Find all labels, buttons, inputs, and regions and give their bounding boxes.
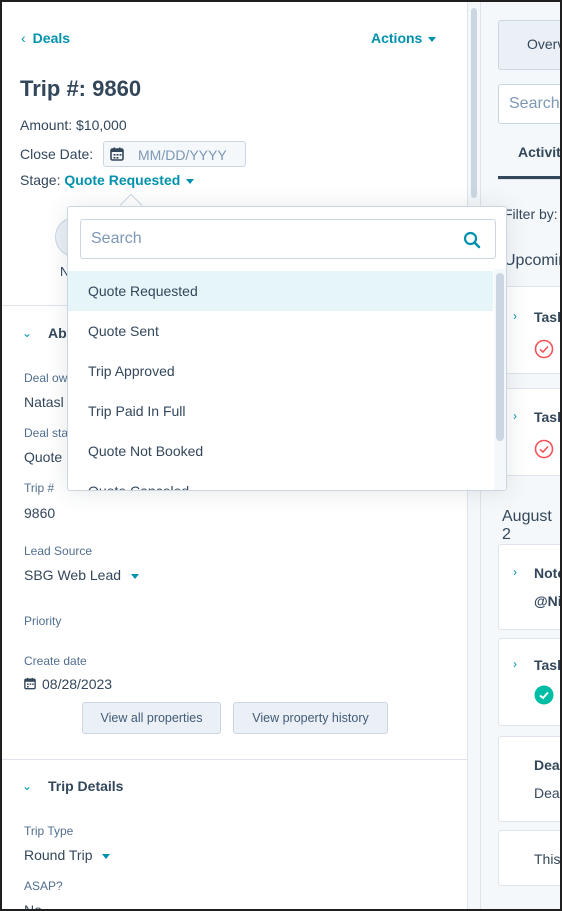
chevron-left-icon: ‹ <box>21 30 26 46</box>
task-card[interactable]: › Task <box>498 638 562 726</box>
upcoming-heading: Upcomin <box>504 252 562 269</box>
back-to-deals-link[interactable]: ‹ Deals <box>21 30 70 46</box>
view-property-history-button[interactable]: View property history <box>233 702 388 734</box>
asap-label: ASAP? <box>24 879 63 893</box>
deal-activity-text: Deal <box>534 785 562 801</box>
month-heading: August 2 <box>502 508 552 543</box>
priority-label: Priority <box>24 614 62 628</box>
chevron-right-icon[interactable]: › <box>513 565 517 579</box>
caret-down-icon <box>131 573 140 579</box>
activity-search-input[interactable]: Search <box>498 84 560 124</box>
stage-search-input[interactable] <box>91 228 451 250</box>
tab-divider <box>498 179 560 180</box>
activity-card[interactable]: This <box>498 830 561 886</box>
stage-option[interactable]: Quote Sent <box>68 311 493 351</box>
create-date-row: 08/28/2023 <box>24 676 112 692</box>
deal-activity-label: Deal <box>534 757 562 773</box>
chevron-down-icon[interactable]: ⌄ <box>22 779 32 793</box>
stage-option[interactable]: Quote Canceled <box>68 471 493 490</box>
active-tab-indicator <box>498 176 560 179</box>
actions-menu-button[interactable]: Actions <box>371 30 437 46</box>
stage-option[interactable]: Trip Approved <box>68 351 493 391</box>
stage-options-list: Quote Requested Quote Sent Trip Approved Tr… <box>68 271 493 490</box>
chevron-right-icon[interactable]: › <box>513 309 517 323</box>
actions-label: Actions <box>371 30 423 46</box>
app-window: ‹ Deals Actions Trip #: 9860 Amount: $10,… <box>0 0 562 911</box>
stage-dropdown: Quote RequestedQuote SentTrip ApprovedTr… <box>67 206 507 491</box>
about-section-title[interactable]: Ab <box>48 325 67 341</box>
calendar-icon <box>24 677 36 690</box>
stage-dropdown-toggle[interactable]: Quote Requested <box>64 172 195 188</box>
create-date-value: 08/28/2023 <box>42 676 113 692</box>
deal-owner-label: Deal ow <box>24 371 68 385</box>
task-complete-icon[interactable] <box>534 685 554 705</box>
stage-value: Quote Requested <box>64 172 181 188</box>
filter-by-label[interactable]: Filter by: <box>504 206 558 222</box>
activity-text: This <box>534 851 561 867</box>
trip-details-section-title[interactable]: Trip Details <box>48 778 123 794</box>
dropdown-scrollbar-thumb[interactable] <box>496 273 504 441</box>
asap-select[interactable]: No <box>24 902 60 911</box>
tab-overview[interactable]: Overv <box>498 20 560 70</box>
deal-activity-card[interactable]: Deal Deal <box>498 736 562 822</box>
deal-stage-label: Deal sta <box>24 426 69 440</box>
note-label: Note <box>534 565 560 581</box>
deal-owner-value[interactable]: Natasl <box>24 394 64 410</box>
trip-number-label: Trip # <box>24 481 55 495</box>
section-divider <box>2 759 467 760</box>
trip-type-select[interactable]: Round Trip <box>24 847 111 863</box>
trip-number-value[interactable]: 9860 <box>24 505 55 521</box>
task-label: Task <box>534 409 562 425</box>
task-card[interactable]: › Task <box>498 286 562 374</box>
caret-down-icon <box>428 36 437 42</box>
close-date-input[interactable]: MM/DD/YYYY <box>103 141 246 167</box>
stage-search-field[interactable] <box>80 219 496 259</box>
stage-label: Stage: <box>20 172 61 188</box>
back-label: Deals <box>32 30 71 46</box>
close-date-placeholder: MM/DD/YYYY <box>138 147 227 163</box>
stage-option[interactable]: Quote Not Booked <box>68 431 493 471</box>
scrollbar-thumb[interactable] <box>471 8 477 198</box>
note-card[interactable]: › Note @Ni <box>498 544 562 630</box>
asap-value: No <box>24 902 42 911</box>
deal-stage-value[interactable]: Quote <box>24 449 62 465</box>
chevron-right-icon[interactable]: › <box>513 657 517 671</box>
caret-down-icon <box>102 853 111 859</box>
trip-type-label: Trip Type <box>24 824 74 838</box>
record-title: Trip #: 9860 <box>20 76 142 101</box>
stage-option[interactable]: Quote Requested <box>68 271 493 311</box>
search-icon[interactable] <box>463 231 481 249</box>
task-label: Task <box>534 657 562 673</box>
view-all-properties-button[interactable]: View all properties <box>82 702 221 734</box>
stage-option[interactable]: Trip Paid In Full <box>68 391 493 431</box>
note-mention: @Ni <box>534 593 562 609</box>
close-date-label: Close Date: <box>20 146 94 162</box>
lead-source-label: Lead Source <box>24 544 93 558</box>
task-label: Task <box>534 309 562 325</box>
task-incomplete-icon[interactable] <box>534 439 554 459</box>
lead-source-select[interactable]: SBG Web Lead <box>24 567 140 583</box>
caret-down-icon <box>186 178 195 184</box>
trip-type-value: Round Trip <box>24 847 93 863</box>
task-incomplete-icon[interactable] <box>534 339 554 359</box>
tab-activities[interactable]: Activiti <box>518 144 560 160</box>
chevron-right-icon[interactable]: › <box>513 409 517 423</box>
task-card[interactable]: › Task <box>498 388 562 476</box>
calendar-icon <box>110 147 124 161</box>
amount-text: Amount: $10,000 <box>20 117 127 133</box>
chevron-down-icon[interactable]: ⌄ <box>22 326 32 340</box>
create-date-label: Create date <box>24 654 87 668</box>
stage-row: Stage: Quote Requested <box>20 172 195 188</box>
lead-source-value: SBG Web Lead <box>24 567 122 583</box>
